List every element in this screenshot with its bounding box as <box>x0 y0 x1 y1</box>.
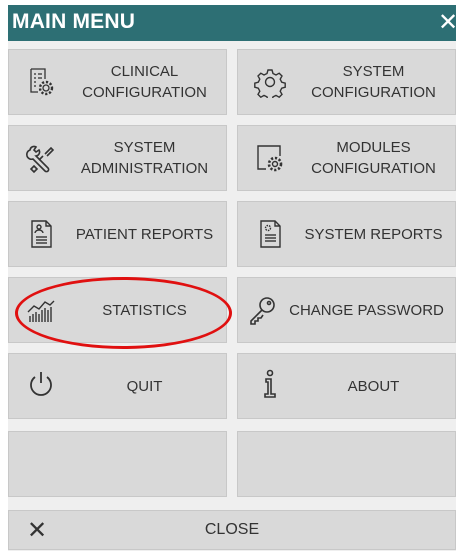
system-administration-label: SYSTEM ADMINISTRATION <box>80 139 209 177</box>
system-reports-button[interactable]: SYSTEM REPORTS <box>237 201 456 267</box>
patient-reports-button[interactable]: PATIENT REPORTS <box>8 201 227 267</box>
main-menu-title: MAIN MENU <box>12 10 136 33</box>
key-icon <box>246 294 278 326</box>
statistics-label: STATISTICS <box>102 301 187 319</box>
statistics-button[interactable]: STATISTICS <box>8 277 227 343</box>
main-menu-panel: MAIN MENU ✕ CLINICAL CONFIGURATION SYSTE… <box>8 5 456 551</box>
system-configuration-icon <box>254 66 286 98</box>
close-button[interactable]: ✕ CLOSE <box>8 510 456 550</box>
patient-reports-icon <box>25 218 57 250</box>
system-administration-icon <box>25 142 57 174</box>
about-label: ABOUT <box>347 377 400 395</box>
info-icon <box>254 368 286 400</box>
about-button[interactable]: ABOUT <box>237 353 456 419</box>
modules-configuration-button[interactable]: MODULES CONFIGURATION <box>237 125 456 191</box>
empty-tile <box>237 431 456 497</box>
system-reports-icon <box>254 218 286 250</box>
header-close-icon[interactable]: ✕ <box>438 10 456 36</box>
system-administration-button[interactable]: SYSTEM ADMINISTRATION <box>8 125 227 191</box>
empty-tile <box>8 431 227 497</box>
close-label: CLOSE <box>204 521 260 538</box>
main-menu-header: MAIN MENU ✕ <box>8 5 456 41</box>
statistics-icon <box>25 294 57 326</box>
clinical-configuration-icon <box>25 66 57 98</box>
quit-button[interactable]: QUIT <box>8 353 227 419</box>
system-configuration-button[interactable]: SYSTEM CONFIGURATION <box>237 49 456 115</box>
quit-label: QUIT <box>126 377 163 395</box>
power-icon <box>25 368 57 400</box>
system-configuration-label: SYSTEM CONFIGURATION <box>311 63 436 101</box>
clinical-configuration-label: CLINICAL CONFIGURATION <box>82 63 207 101</box>
clinical-configuration-button[interactable]: CLINICAL CONFIGURATION <box>8 49 227 115</box>
change-password-label: CHANGE PASSWORD <box>289 301 444 319</box>
system-reports-label: SYSTEM REPORTS <box>304 225 443 243</box>
patient-reports-label: PATIENT REPORTS <box>75 225 214 243</box>
modules-configuration-icon <box>254 142 286 174</box>
modules-configuration-label: MODULES CONFIGURATION <box>311 139 436 177</box>
change-password-button[interactable]: CHANGE PASSWORD <box>237 277 456 343</box>
